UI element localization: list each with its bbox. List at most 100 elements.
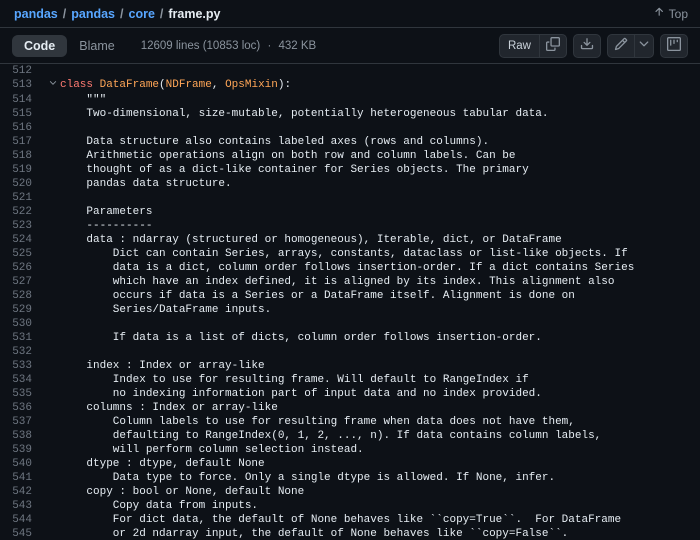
code-content[interactable]: index : Index or array-like <box>60 359 700 373</box>
code-content[interactable]: If data is a list of dicts, column order… <box>60 331 700 345</box>
line-number[interactable]: 543 <box>0 499 46 513</box>
code-line: 537 Column labels to use for resulting f… <box>0 415 700 429</box>
code-content[interactable]: Parameters <box>60 205 700 219</box>
line-number[interactable]: 517 <box>0 135 46 149</box>
line-number[interactable]: 545 <box>0 527 46 540</box>
code-content[interactable]: occurs if data is a Series or a DataFram… <box>60 289 700 303</box>
breadcrumb-link[interactable]: core <box>129 7 155 21</box>
fold-gutter <box>46 275 60 289</box>
fold-gutter <box>46 233 60 247</box>
line-number[interactable]: 529 <box>0 303 46 317</box>
line-number[interactable]: 523 <box>0 219 46 233</box>
code-content[interactable]: Data structure also contains labeled axe… <box>60 135 700 149</box>
code-content[interactable]: Column labels to use for resulting frame… <box>60 415 700 429</box>
breadcrumb-link[interactable]: pandas <box>71 7 115 21</box>
edit-button[interactable] <box>607 34 635 58</box>
line-number[interactable]: 536 <box>0 401 46 415</box>
line-number[interactable]: 512 <box>0 64 46 78</box>
code-content[interactable]: columns : Index or array-like <box>60 401 700 415</box>
line-number[interactable]: 514 <box>0 93 46 107</box>
code-content[interactable] <box>60 64 700 78</box>
tab-code[interactable]: Code <box>12 35 67 57</box>
line-number[interactable]: 530 <box>0 317 46 331</box>
code-content[interactable] <box>60 345 700 359</box>
code-content[interactable]: Dict can contain Series, arrays, constan… <box>60 247 700 261</box>
fold-gutter <box>46 373 60 387</box>
code-content[interactable]: Two-dimensional, size-mutable, potential… <box>60 107 700 121</box>
code-content[interactable] <box>60 121 700 135</box>
line-number[interactable]: 532 <box>0 345 46 359</box>
code-content[interactable]: For dict data, the default of None behav… <box>60 513 700 527</box>
line-number[interactable]: 525 <box>0 247 46 261</box>
breadcrumb: pandas / pandas / core / frame.py <box>12 7 221 21</box>
line-number[interactable]: 526 <box>0 261 46 275</box>
edit-more-button[interactable] <box>635 34 654 58</box>
code-content[interactable]: Index to use for resulting frame. Will d… <box>60 373 700 387</box>
code-content[interactable]: class DataFrame(NDFrame, OpsMixin): <box>60 78 700 93</box>
line-number[interactable]: 520 <box>0 177 46 191</box>
line-number[interactable]: 515 <box>0 107 46 121</box>
tab-blame[interactable]: Blame <box>67 35 126 57</box>
top-link-label: Top <box>669 7 688 21</box>
symbols-button[interactable] <box>660 34 688 58</box>
code-content[interactable]: Series/DataFrame inputs. <box>60 303 700 317</box>
line-number[interactable]: 544 <box>0 513 46 527</box>
code-line: 513 class DataFrame(NDFrame, OpsMixin): <box>0 78 700 93</box>
line-number[interactable]: 521 <box>0 191 46 205</box>
dot-sep: · <box>267 40 271 52</box>
download-icon <box>580 37 594 54</box>
line-number[interactable]: 534 <box>0 373 46 387</box>
code-content[interactable]: pandas data structure. <box>60 177 700 191</box>
line-number[interactable]: 518 <box>0 149 46 163</box>
code-content[interactable]: will perform column selection instead. <box>60 443 700 457</box>
top-link[interactable]: Top <box>653 6 688 21</box>
code-content[interactable]: copy : bool or None, default None <box>60 485 700 499</box>
line-number[interactable]: 516 <box>0 121 46 135</box>
code-line: 527 which have an index defined, it is a… <box>0 275 700 289</box>
code-content[interactable]: no indexing information part of input da… <box>60 387 700 401</box>
code-content[interactable]: thought of as a dict-like container for … <box>60 163 700 177</box>
code-content[interactable]: data : ndarray (structured or homogeneou… <box>60 233 700 247</box>
code-content[interactable]: dtype : dtype, default None <box>60 457 700 471</box>
line-number[interactable]: 539 <box>0 443 46 457</box>
code-content[interactable] <box>60 191 700 205</box>
line-number[interactable]: 538 <box>0 429 46 443</box>
code-content[interactable]: Data type to force. Only a single dtype … <box>60 471 700 485</box>
tab-group: Code Blame <box>12 35 127 57</box>
code-content[interactable]: ---------- <box>60 219 700 233</box>
code-content[interactable]: """ <box>60 93 700 107</box>
code-area[interactable]: 512513 class DataFrame(NDFrame, OpsMixin)… <box>0 64 700 540</box>
code-content[interactable] <box>60 317 700 331</box>
code-line: 534 Index to use for resulting frame. Wi… <box>0 373 700 387</box>
fold-gutter[interactable] <box>46 78 60 93</box>
code-content[interactable]: which have an index defined, it is align… <box>60 275 700 289</box>
code-line: 542 copy : bool or None, default None <box>0 485 700 499</box>
line-number[interactable]: 533 <box>0 359 46 373</box>
line-number[interactable]: 540 <box>0 457 46 471</box>
download-button[interactable] <box>573 34 601 58</box>
line-number[interactable]: 524 <box>0 233 46 247</box>
code-content[interactable]: data is a dict, column order follows ins… <box>60 261 700 275</box>
line-number[interactable]: 527 <box>0 275 46 289</box>
code-content[interactable]: or 2d ndarray input, the default of None… <box>60 527 700 540</box>
line-number[interactable]: 531 <box>0 331 46 345</box>
line-number[interactable]: 522 <box>0 205 46 219</box>
fold-gutter <box>46 443 60 457</box>
line-number[interactable]: 519 <box>0 163 46 177</box>
line-number[interactable]: 513 <box>0 78 46 93</box>
copy-button[interactable] <box>540 34 567 58</box>
line-number[interactable]: 537 <box>0 415 46 429</box>
fold-gutter <box>46 219 60 233</box>
toolbar-right: Raw <box>499 34 688 58</box>
line-number[interactable]: 535 <box>0 387 46 401</box>
code-content[interactable]: defaulting to RangeIndex(0, 1, 2, ..., n… <box>60 429 700 443</box>
breadcrumb-link[interactable]: pandas <box>14 7 58 21</box>
line-number[interactable]: 541 <box>0 471 46 485</box>
raw-button[interactable]: Raw <box>499 34 540 58</box>
line-number[interactable]: 528 <box>0 289 46 303</box>
code-line: 539 will perform column selection instea… <box>0 443 700 457</box>
code-content[interactable]: Copy data from inputs. <box>60 499 700 513</box>
code-content[interactable]: Arithmetic operations align on both row … <box>60 149 700 163</box>
breadcrumb-sep: / <box>160 7 163 21</box>
line-number[interactable]: 542 <box>0 485 46 499</box>
